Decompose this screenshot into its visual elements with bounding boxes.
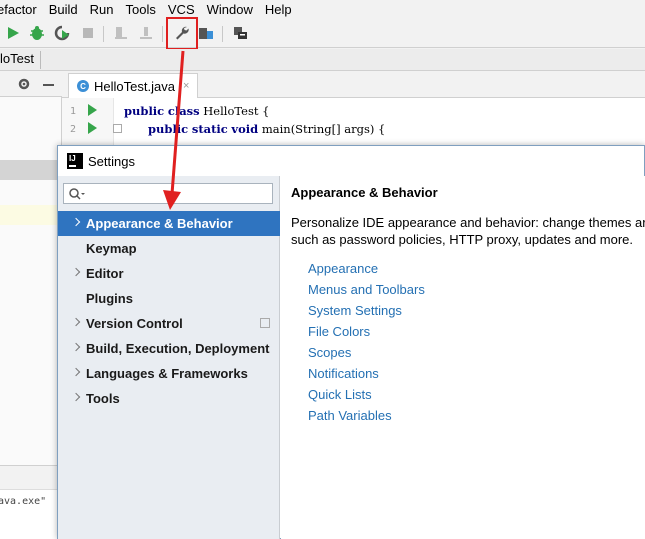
tab-hellotest[interactable]: C HelloTest.java × [68, 73, 199, 98]
tree-item-tools[interactable]: Tools [58, 386, 280, 411]
toolbar-separator [162, 26, 163, 42]
chevron-right-icon [71, 267, 81, 277]
link-system-settings[interactable]: System Settings [308, 303, 402, 318]
tree-item-keymap[interactable]: Keymap [58, 236, 280, 261]
chevron-right-icon [71, 367, 81, 377]
chevron-right-icon [71, 392, 81, 402]
tree-item-appearance-behavior[interactable]: Appearance & Behavior [58, 211, 280, 236]
section-description: such as password policies, HTTP proxy, u… [291, 232, 634, 247]
link-appearance[interactable]: Appearance [308, 261, 378, 276]
project-structure-icon[interactable] [197, 24, 215, 42]
link-notifications[interactable]: Notifications [308, 366, 379, 381]
line-number: 1 [70, 106, 77, 117]
search-icon [69, 188, 85, 200]
rebuild-icon[interactable] [137, 24, 155, 42]
close-icon[interactable]: × [183, 80, 189, 92]
project-settings-icon [260, 318, 270, 328]
editor-tabs: C HelloTest.java × [62, 72, 645, 98]
tree-item-version-control[interactable]: Version Control [58, 311, 280, 336]
run-gutter-icon[interactable] [88, 104, 97, 116]
tab-label: HelloTest.java [94, 78, 175, 94]
menu-refactor[interactable]: efactor [0, 2, 37, 17]
menu-run[interactable]: Run [90, 2, 114, 17]
dialog-title: Settings [88, 154, 135, 169]
fold-icon[interactable] [113, 124, 122, 133]
settings-search-input[interactable] [63, 183, 273, 204]
coverage-icon[interactable] [53, 24, 71, 42]
toolbar-separator [222, 26, 223, 42]
navigation-bar: loTest [0, 49, 645, 71]
console-panel: ava.exe" [0, 465, 62, 539]
dialog-titlebar: IJ Settings [58, 146, 644, 176]
build-icon[interactable] [112, 24, 130, 42]
run-icon[interactable] [4, 24, 22, 42]
settings-tree-pane: Appearance & Behavior Keymap Editor Plug… [58, 176, 280, 539]
code-line-1: public class HelloTest { [124, 104, 270, 118]
project-tree-selected-row[interactable] [0, 160, 62, 180]
java-class-icon: C [77, 80, 89, 92]
console-header [0, 466, 62, 490]
breadcrumb[interactable]: loTest [0, 51, 41, 69]
code-line-2: public static void main(String[] args) { [148, 122, 386, 136]
tree-item-build-execution-deployment[interactable]: Build, Execution, Deployment [58, 336, 280, 361]
annotation-highlight-box [166, 17, 198, 50]
main-toolbar [0, 18, 645, 48]
tree-item-languages-frameworks[interactable]: Languages & Frameworks [58, 361, 280, 386]
link-file-colors[interactable]: File Colors [308, 324, 370, 339]
settings-content-pane: Appearance & Behavior Personalize IDE ap… [281, 176, 645, 539]
toolbar-separator [103, 26, 104, 42]
menu-window[interactable]: Window [207, 2, 253, 17]
minimize-icon[interactable] [43, 84, 54, 86]
intellij-logo-icon: IJ [67, 153, 83, 169]
tree-item-editor[interactable]: Editor [58, 261, 280, 286]
menu-vcs[interactable]: VCS [168, 2, 195, 17]
line-number: 2 [70, 124, 77, 135]
sdk-icon[interactable] [231, 24, 249, 42]
stop-icon[interactable] [79, 24, 97, 42]
menu-tools[interactable]: Tools [126, 2, 156, 17]
console-output: ava.exe" [0, 496, 47, 507]
menu-bar: efactor Build Run Tools VCS Window Help [0, 0, 645, 18]
menu-help[interactable]: Help [265, 2, 292, 17]
gear-icon[interactable] [17, 77, 31, 94]
section-description: Personalize IDE appearance and behavior:… [291, 215, 645, 230]
section-title: Appearance & Behavior [291, 185, 438, 200]
link-path-variables[interactable]: Path Variables [308, 408, 392, 423]
run-gutter-icon[interactable] [88, 122, 97, 134]
link-quick-lists[interactable]: Quick Lists [308, 387, 372, 402]
debug-icon[interactable] [28, 24, 46, 42]
chevron-right-icon [71, 317, 81, 327]
chevron-right-icon [71, 342, 81, 352]
menu-build[interactable]: Build [49, 2, 78, 17]
chevron-right-icon [71, 217, 81, 227]
project-tree-row[interactable] [0, 205, 62, 225]
link-scopes[interactable]: Scopes [308, 345, 351, 360]
tree-item-plugins[interactable]: Plugins [58, 286, 280, 311]
settings-dialog: IJ Settings Appearance & Behavior Keymap… [57, 145, 645, 539]
link-menus-and-toolbars[interactable]: Menus and Toolbars [308, 282, 425, 297]
project-panel-header [0, 72, 62, 97]
